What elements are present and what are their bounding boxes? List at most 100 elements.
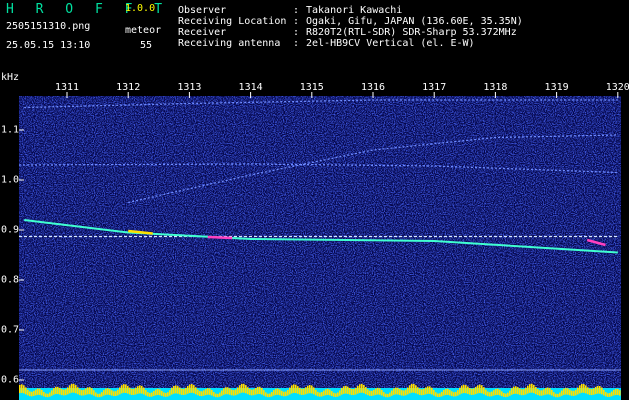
- signal-bar: [289, 387, 291, 395]
- signal-bar: [557, 393, 559, 398]
- signal-bar: [185, 387, 187, 395]
- signal-bar: [287, 389, 289, 396]
- event-type-label: meteor: [125, 25, 162, 36]
- signal-bar: [313, 387, 315, 395]
- signal-bar: [449, 389, 451, 396]
- signal-bar: [349, 387, 351, 395]
- signal-bar: [369, 390, 371, 396]
- signal-bar: [387, 393, 389, 398]
- signal-bar: [511, 388, 513, 395]
- signal-bar: [285, 391, 287, 397]
- signal-bar: [377, 387, 379, 395]
- signal-bar: [55, 386, 57, 395]
- signal-bar: [577, 387, 579, 395]
- signal-bar: [137, 386, 139, 394]
- signal-bar: [361, 383, 363, 393]
- signal-bar: [447, 388, 449, 395]
- signal-bar: [619, 390, 621, 396]
- signal-bar: [143, 387, 145, 395]
- signal-bar: [435, 392, 437, 397]
- signal-bar: [249, 389, 251, 396]
- signal-bar: [367, 389, 369, 396]
- signal-bar: [363, 384, 365, 394]
- signal-bar: [275, 388, 277, 395]
- signal-bar: [429, 386, 431, 394]
- signal-bar: [357, 385, 359, 394]
- signal-bar: [403, 390, 405, 396]
- signal-bar: [119, 387, 121, 395]
- signal-bar: [83, 389, 85, 396]
- signal-bar: [393, 388, 395, 395]
- signal-bar: [501, 391, 503, 397]
- signal-bar: [505, 393, 507, 398]
- signal-bar: [583, 384, 585, 393]
- signal-bar: [535, 386, 537, 395]
- signal-bar: [187, 386, 189, 394]
- signal-bar: [437, 393, 439, 398]
- signal-bar: [365, 387, 367, 395]
- signal-bar: [281, 390, 283, 396]
- signal-bar: [195, 387, 197, 395]
- signal-bar: [453, 392, 455, 397]
- signal-bar: [121, 385, 123, 394]
- signal-bar: [309, 384, 311, 394]
- signal-bar: [273, 390, 275, 396]
- signal-bar: [171, 387, 173, 395]
- signal-bar: [181, 388, 183, 395]
- signal-bar: [347, 386, 349, 394]
- signal-bar: [395, 387, 397, 395]
- signal-bar: [575, 389, 577, 396]
- signal-bar: [445, 388, 447, 395]
- signal-bar: [441, 391, 443, 397]
- info-value-observer: Takanori Kawachi: [306, 5, 403, 16]
- signal-bar: [25, 387, 27, 395]
- signal-bar: [425, 387, 427, 395]
- signal-bar: [311, 385, 313, 394]
- signal-bar: [461, 385, 463, 394]
- signal-bar: [457, 390, 459, 396]
- signal-bar: [343, 386, 345, 394]
- signal-bar: [411, 383, 413, 393]
- signal-bar: [415, 385, 417, 394]
- signal-bar: [525, 387, 527, 395]
- signal-bar: [615, 388, 617, 395]
- signal-bar: [531, 383, 533, 393]
- signal-bar: [433, 390, 435, 396]
- signal-bar: [549, 388, 551, 395]
- signal-bar: [267, 393, 269, 398]
- signal-bar: [259, 386, 261, 395]
- signal-bar: [111, 390, 113, 396]
- signal-bar: [551, 390, 553, 396]
- signal-bar: [87, 387, 89, 395]
- info-label-location: Receiving Location: [178, 16, 287, 27]
- signal-bar: [385, 393, 387, 398]
- signal-bar: [153, 390, 155, 396]
- signal-bar: [59, 387, 61, 395]
- signal-bar: [523, 389, 525, 396]
- signal-bar: [109, 388, 111, 396]
- signal-bar: [319, 392, 321, 397]
- x-tick-label: 1315: [299, 82, 324, 93]
- signal-bar: [211, 390, 213, 396]
- x-tick-label: 1319: [544, 82, 569, 93]
- x-tick-label: 1317: [422, 82, 447, 93]
- y-tick-label: 1.0: [1, 174, 20, 186]
- signal-bar: [265, 392, 267, 397]
- info-value-antenna: 2el-HB9CV Vertical (el. E-W): [306, 38, 475, 49]
- signal-bar: [89, 387, 91, 395]
- signal-bar: [105, 388, 107, 395]
- signal-bar: [221, 390, 223, 396]
- signal-bar: [477, 385, 479, 394]
- signal-bar: [43, 391, 45, 397]
- signal-bar: [479, 384, 481, 394]
- signal-bar: [465, 385, 467, 394]
- signal-bar: [227, 387, 229, 395]
- signal-bar: [541, 390, 543, 396]
- signal-bar: [339, 390, 341, 396]
- signal-bar: [253, 389, 255, 396]
- signal-bar: [97, 393, 99, 398]
- signal-bar: [133, 388, 135, 395]
- signal-bar: [459, 387, 461, 395]
- x-tick-label: 1314: [238, 82, 263, 93]
- signal-bar: [421, 389, 423, 396]
